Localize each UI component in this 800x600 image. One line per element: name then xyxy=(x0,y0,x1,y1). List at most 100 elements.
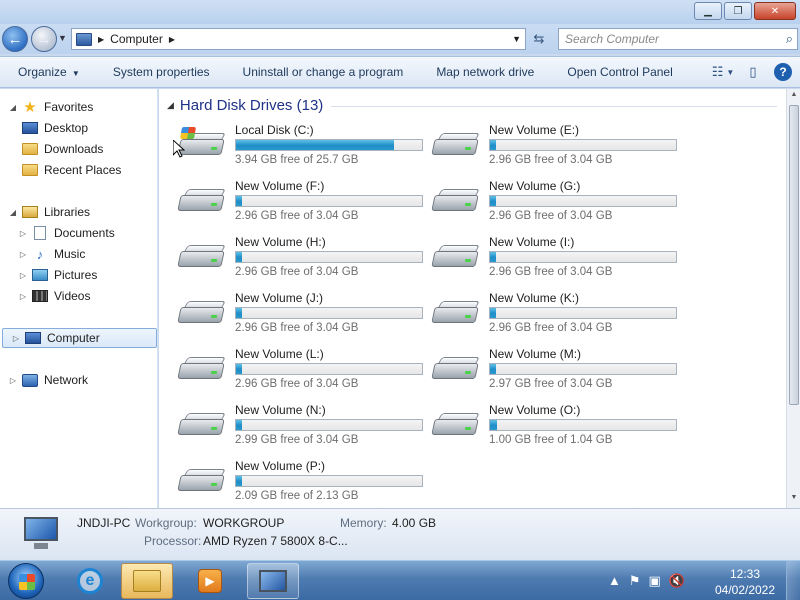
drive-item[interactable]: New Volume (M:) 2.97 GB free of 3.04 GB xyxy=(431,347,681,399)
help-button[interactable]: ? xyxy=(774,63,792,81)
organize-button[interactable]: Organize ▼ xyxy=(0,65,95,79)
hard-drive-icon xyxy=(177,409,226,439)
action-center-flag-icon[interactable]: ⚑ xyxy=(629,573,641,589)
expand-arrow-icon[interactable]: ▷ xyxy=(11,334,21,343)
volume-muted-icon[interactable]: 🔇 xyxy=(669,573,685,589)
preview-pane-button[interactable]: ▯ xyxy=(744,63,762,81)
details-pane: JNDJI-PC Workgroup: WORKGROUP Memory: 4.… xyxy=(0,508,800,560)
address-bar[interactable]: ▶ Computer ▶ ▼ xyxy=(71,28,526,50)
hard-drive-icon xyxy=(431,129,480,159)
taskbar-computer-window[interactable] xyxy=(247,563,299,599)
drive-usage-fill xyxy=(490,308,496,318)
nav-recent-places[interactable]: Recent Places xyxy=(0,160,158,180)
nav-music-label: Music xyxy=(54,247,86,261)
memory-value: 4.00 GB xyxy=(392,516,437,530)
drive-usage-fill xyxy=(236,420,242,430)
drive-item[interactable]: New Volume (G:) 2.96 GB free of 3.04 GB xyxy=(431,179,681,231)
drive-name: New Volume (P:) xyxy=(235,459,326,473)
drive-free-space: 3.94 GB free of 25.7 GB xyxy=(235,154,359,166)
taskbar-internet-explorer[interactable]: e xyxy=(64,563,116,599)
nav-network[interactable]: ▷ Network xyxy=(0,370,158,390)
nav-favorites[interactable]: ◢ ★ Favorites xyxy=(0,97,158,117)
expand-arrow-icon[interactable]: ▷ xyxy=(18,229,28,238)
drive-name: New Volume (O:) xyxy=(489,403,581,417)
drive-usage-fill xyxy=(490,252,496,262)
recent-pages-dropdown[interactable]: ▼ xyxy=(58,33,67,43)
show-desktop-button[interactable] xyxy=(786,561,800,600)
mouse-pointer-icon xyxy=(173,140,185,158)
drive-usage-fill xyxy=(236,308,242,318)
map-network-drive-button[interactable]: Map network drive xyxy=(418,65,549,79)
collapse-arrow-icon[interactable]: ◢ xyxy=(8,103,18,112)
search-input[interactable]: Search Computer ⌕ xyxy=(558,28,798,50)
collapse-group-icon[interactable]: ◢ xyxy=(167,100,174,111)
nav-pictures[interactable]: ▷ Pictures xyxy=(0,265,158,285)
nav-documents[interactable]: ▷ Documents xyxy=(0,223,158,243)
drive-item[interactable]: New Volume (N:) 2.99 GB free of 3.04 GB xyxy=(177,403,427,455)
start-button[interactable] xyxy=(8,563,44,599)
breadcrumb-computer[interactable]: Computer xyxy=(110,32,163,46)
system-properties-button[interactable]: System properties xyxy=(95,65,225,79)
search-placeholder: Search Computer xyxy=(565,32,660,46)
maximize-button[interactable]: ❐ xyxy=(724,2,752,20)
drive-name: New Volume (L:) xyxy=(235,347,324,361)
breadcrumb-arrow-icon[interactable]: ▶ xyxy=(98,35,104,44)
refresh-button[interactable]: ⇆ xyxy=(528,28,550,50)
address-dropdown-icon[interactable]: ▼ xyxy=(512,34,521,44)
network-status-icon[interactable]: ▣ xyxy=(649,573,661,589)
close-button[interactable]: ✕ xyxy=(754,2,796,20)
hard-disk-drives-group[interactable]: ◢ Hard Disk Drives (13) xyxy=(167,97,777,114)
drive-item[interactable]: New Volume (I:) 2.96 GB free of 3.04 GB xyxy=(431,235,681,287)
taskbar: e ▶ ▲ ⚑ ▣ 🔇 12:33 04/02/2022 xyxy=(0,560,800,600)
minimize-button[interactable]: ▁ xyxy=(694,2,722,20)
hard-drive-icon xyxy=(177,185,226,215)
nav-libraries[interactable]: ◢ Libraries xyxy=(0,202,158,222)
taskbar-windows-explorer[interactable] xyxy=(121,563,173,599)
hard-drive-icon xyxy=(431,241,480,271)
drive-item[interactable]: New Volume (K:) 2.96 GB free of 3.04 GB xyxy=(431,291,681,343)
breadcrumb-arrow-icon[interactable]: ▶ xyxy=(169,35,175,44)
expand-arrow-icon[interactable]: ▷ xyxy=(18,271,28,280)
scrollbar-thumb[interactable] xyxy=(789,105,799,405)
scroll-down-icon[interactable]: ▼ xyxy=(789,494,799,506)
forward-button[interactable]: → xyxy=(31,26,57,52)
drive-free-space: 2.99 GB free of 3.04 GB xyxy=(235,434,359,446)
drive-item[interactable]: New Volume (P:) 2.09 GB free of 2.13 GB xyxy=(177,459,427,511)
collapse-arrow-icon[interactable]: ◢ xyxy=(8,208,18,217)
processor-label: Processor: xyxy=(144,534,202,548)
windows-explorer-icon xyxy=(133,570,161,592)
drive-usage-fill xyxy=(236,364,242,374)
search-icon[interactable]: ⌕ xyxy=(786,31,793,47)
vertical-scrollbar[interactable]: ▲ ▼ xyxy=(786,89,800,508)
nav-videos[interactable]: ▷ Videos xyxy=(0,286,158,306)
drive-item[interactable]: New Volume (H:) 2.96 GB free of 3.04 GB xyxy=(177,235,427,287)
media-player-icon: ▶ xyxy=(198,569,222,593)
hard-drive-icon xyxy=(431,409,480,439)
drive-free-space: 2.09 GB free of 2.13 GB xyxy=(235,490,359,502)
drive-item[interactable]: New Volume (O:) 1.00 GB free of 1.04 GB xyxy=(431,403,681,455)
drive-item[interactable]: Local Disk (C:) 3.94 GB free of 25.7 GB xyxy=(177,123,427,175)
drive-usage-bar xyxy=(235,363,423,375)
expand-arrow-icon[interactable]: ▷ xyxy=(18,250,28,259)
nav-downloads[interactable]: Downloads xyxy=(0,139,158,159)
taskbar-media-player[interactable]: ▶ xyxy=(184,563,236,599)
change-view-button[interactable]: ☷ ▼ xyxy=(712,63,735,81)
nav-computer[interactable]: ▷ Computer xyxy=(2,328,157,348)
taskbar-clock[interactable]: 12:33 04/02/2022 xyxy=(712,566,778,598)
show-hidden-icons-icon[interactable]: ▲ xyxy=(608,573,621,589)
nav-desktop[interactable]: Desktop xyxy=(0,118,158,138)
drive-name: Local Disk (C:) xyxy=(235,123,314,137)
expand-arrow-icon[interactable]: ▷ xyxy=(8,376,18,385)
expand-arrow-icon[interactable]: ▷ xyxy=(18,292,28,301)
uninstall-program-button[interactable]: Uninstall or change a program xyxy=(225,65,419,79)
scroll-up-icon[interactable]: ▲ xyxy=(789,91,799,103)
drive-item[interactable]: New Volume (F:) 2.96 GB free of 3.04 GB xyxy=(177,179,427,231)
nav-music[interactable]: ▷ ♪ Music xyxy=(0,244,158,264)
chevron-down-icon: ▼ xyxy=(726,67,735,77)
drive-item[interactable]: New Volume (E:) 2.96 GB free of 3.04 GB xyxy=(431,123,681,175)
help-icon: ? xyxy=(779,65,787,79)
back-button[interactable]: ← xyxy=(2,26,28,52)
drive-item[interactable]: New Volume (L:) 2.96 GB free of 3.04 GB xyxy=(177,347,427,399)
drive-item[interactable]: New Volume (J:) 2.96 GB free of 3.04 GB xyxy=(177,291,427,343)
open-control-panel-button[interactable]: Open Control Panel xyxy=(549,65,687,79)
